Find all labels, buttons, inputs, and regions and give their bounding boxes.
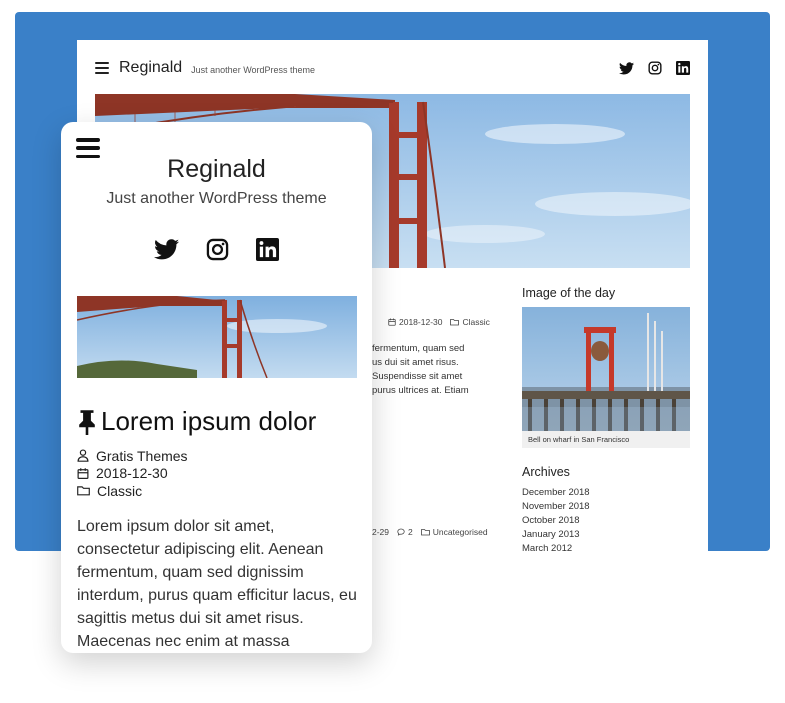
desktop-header: Reginald Just another WordPress theme bbox=[95, 58, 690, 78]
archive-link[interactable]: March 2012 bbox=[522, 542, 690, 551]
date-row: 2018-12-30 bbox=[77, 465, 188, 483]
social-links bbox=[619, 61, 690, 75]
sidebar: Image of the day Bell on wharf in San Fr… bbox=[522, 286, 690, 551]
site-tagline: Just another WordPress theme bbox=[191, 64, 316, 75]
mobile-hero-image bbox=[77, 296, 357, 378]
archive-link[interactable]: December 2018 bbox=[522, 486, 690, 500]
archive-link[interactable]: October 2018 bbox=[522, 514, 690, 528]
mobile-preview: Reginald Just another WordPress theme Lo… bbox=[61, 122, 372, 653]
folder-icon bbox=[420, 529, 430, 536]
post-excerpt: fermentum, quam sed us dui sit amet risu… bbox=[372, 342, 482, 398]
post-meta: 2018-12-30 Classic bbox=[388, 317, 490, 327]
mobile-site-tagline: Just another WordPress theme bbox=[106, 190, 327, 207]
post-category[interactable]: Classic bbox=[462, 317, 489, 327]
mobile-social-links bbox=[61, 238, 372, 261]
second-post-meta: 2-29 2 Uncategorised bbox=[372, 527, 488, 537]
category-row: Classic bbox=[77, 482, 188, 500]
comment-icon bbox=[397, 528, 405, 536]
second-post-category[interactable]: Uncategorised bbox=[433, 527, 488, 537]
folder-icon bbox=[77, 486, 90, 496]
image-of-the-day[interactable] bbox=[522, 307, 690, 431]
linkedin-icon[interactable] bbox=[256, 238, 279, 261]
mobile-post-excerpt: Lorem ipsum dolor sit amet, consectetur … bbox=[77, 518, 357, 650]
image-widget-title: Image of the day bbox=[522, 286, 616, 300]
post-date[interactable]: 2018-12-30 bbox=[399, 317, 442, 327]
calendar-icon bbox=[388, 318, 396, 326]
post-excerpt-text: fermentum, quam sed us dui sit amet risu… bbox=[372, 343, 469, 396]
user-icon bbox=[77, 449, 89, 463]
post-title-text[interactable]: Lorem ipsum dolor bbox=[101, 406, 316, 437]
site-title[interactable]: Reginald bbox=[119, 59, 182, 77]
image-caption: Bell on wharf in San Francisco bbox=[522, 431, 690, 448]
mobile-post-meta: Gratis Themes 2018-12-30 Classic bbox=[77, 447, 188, 500]
archives-list: December 2018 November 2018 October 2018… bbox=[522, 486, 690, 551]
twitter-icon[interactable] bbox=[619, 61, 634, 75]
instagram-icon[interactable] bbox=[206, 238, 229, 261]
post-author[interactable]: Gratis Themes bbox=[96, 448, 188, 464]
archives-title: Archives bbox=[522, 465, 570, 479]
calendar-icon bbox=[77, 468, 89, 479]
second-post-date[interactable]: 2-29 bbox=[372, 527, 389, 537]
archive-link[interactable]: November 2018 bbox=[522, 500, 690, 514]
mobile-site-title[interactable]: Reginald bbox=[61, 155, 372, 184]
post-date[interactable]: 2018-12-30 bbox=[96, 465, 168, 481]
instagram-icon[interactable] bbox=[648, 61, 662, 75]
twitter-icon[interactable] bbox=[154, 239, 179, 260]
pin-icon bbox=[79, 409, 95, 435]
post-title[interactable]: Lorem ipsum dolor bbox=[76, 406, 316, 437]
comment-count[interactable]: 2 bbox=[408, 527, 413, 537]
post-category[interactable]: Classic bbox=[97, 483, 142, 499]
archive-link[interactable]: January 2013 bbox=[522, 528, 690, 542]
author-row: Gratis Themes bbox=[77, 447, 188, 465]
menu-icon[interactable] bbox=[95, 62, 109, 74]
linkedin-icon[interactable] bbox=[676, 61, 690, 75]
folder-icon bbox=[450, 319, 460, 326]
